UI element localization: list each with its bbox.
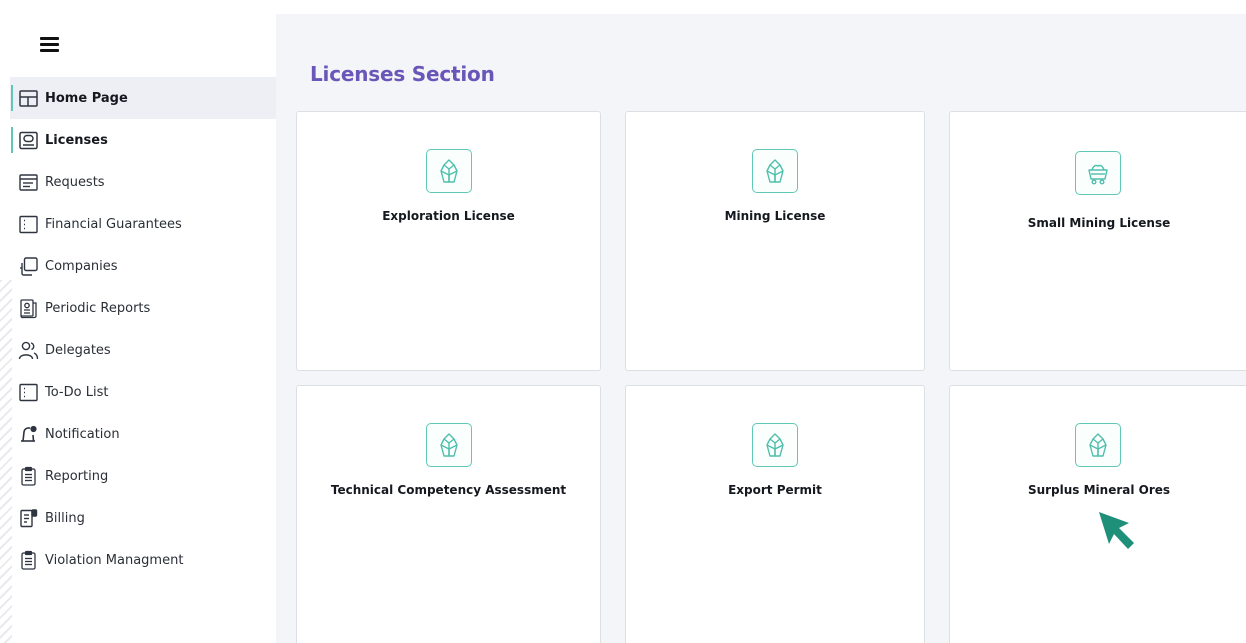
card-technical-competency-assessment[interactable]: Technical Competency Assessment <box>296 385 601 643</box>
card-label: Technical Competency Assessment <box>330 483 567 497</box>
menu-toggle-button[interactable] <box>40 37 59 52</box>
layout-icon <box>18 88 39 109</box>
bracket-icon <box>18 382 39 403</box>
sidebar-item-delegates[interactable]: Delegates <box>10 329 276 371</box>
page-title: Licenses Section <box>310 62 495 86</box>
sidebar-item-licenses[interactable]: Licenses <box>10 119 276 161</box>
card-exploration-license[interactable]: Exploration License <box>296 111 601 371</box>
sidebar-item-label: Billing <box>45 510 85 526</box>
card-label: Mining License <box>724 209 826 223</box>
users-icon <box>18 340 39 361</box>
report-icon <box>18 298 39 319</box>
card-small-mining-license[interactable]: Small Mining License <box>949 111 1246 371</box>
sidebar-item-label: Requests <box>45 174 105 190</box>
crystal-icon <box>1075 423 1121 467</box>
card-label: Small Mining License <box>1027 216 1171 230</box>
card-export-permit[interactable]: Export Permit <box>625 385 925 643</box>
crystal-icon <box>752 149 798 193</box>
sidebar-item-companies[interactable]: Companies <box>10 245 276 287</box>
sidebar-item-label: Delegates <box>45 342 111 358</box>
sidebar-item-periodic-reports[interactable]: Periodic Reports <box>10 287 276 329</box>
sidebar-nav: Home Page Licenses Requests Financial Gu… <box>10 77 276 581</box>
sidebar-item-label: Violation Managment <box>45 552 184 568</box>
copy-icon <box>18 256 39 277</box>
crystal-icon <box>426 149 472 193</box>
clipboard-icon <box>18 550 39 571</box>
sidebar-item-notification[interactable]: Notification <box>10 413 276 455</box>
sidebar-item-label: Periodic Reports <box>45 300 151 316</box>
crystal-icon <box>752 423 798 467</box>
sidebar-item-label: Financial Guarantees <box>45 216 182 232</box>
bracket-icon <box>18 214 39 235</box>
card-label: Exploration License <box>382 209 515 223</box>
sidebar-item-label: To-Do List <box>45 384 109 400</box>
sidebar-item-label: Licenses <box>45 132 108 148</box>
bell-icon <box>18 424 39 445</box>
mouse-cursor-icon <box>1099 512 1134 549</box>
sidebar-item-home-page[interactable]: Home Page <box>10 77 276 119</box>
sidebar-item-label: Notification <box>45 426 120 442</box>
sidebar-item-violation-managment[interactable]: Violation Managment <box>10 539 276 581</box>
card-mining-license[interactable]: Mining License <box>625 111 925 371</box>
sidebar-item-reporting[interactable]: Reporting <box>10 455 276 497</box>
sidebar-item-requests[interactable]: Requests <box>10 161 276 203</box>
mine-cart-icon <box>1075 151 1121 195</box>
sidebar-item-to-do-list[interactable]: To-Do List <box>10 371 276 413</box>
sidebar-item-label: Reporting <box>45 468 109 484</box>
sidebar-item-label: Companies <box>45 258 118 274</box>
crystal-icon <box>426 423 472 467</box>
sidebar-item-billing[interactable]: Billing <box>10 497 276 539</box>
clipboard-icon <box>18 466 39 487</box>
sidebar-item-financial-guarantees[interactable]: Financial Guarantees <box>10 203 276 245</box>
invoice-icon <box>18 508 39 529</box>
sidebar-item-label: Home Page <box>45 90 128 106</box>
id-card-icon <box>18 130 39 151</box>
card-label: Export Permit <box>728 483 822 497</box>
list-icon <box>18 172 39 193</box>
sidebar: Home Page Licenses Requests Financial Gu… <box>0 0 276 643</box>
card-label: Surplus Mineral Ores <box>1027 483 1171 497</box>
